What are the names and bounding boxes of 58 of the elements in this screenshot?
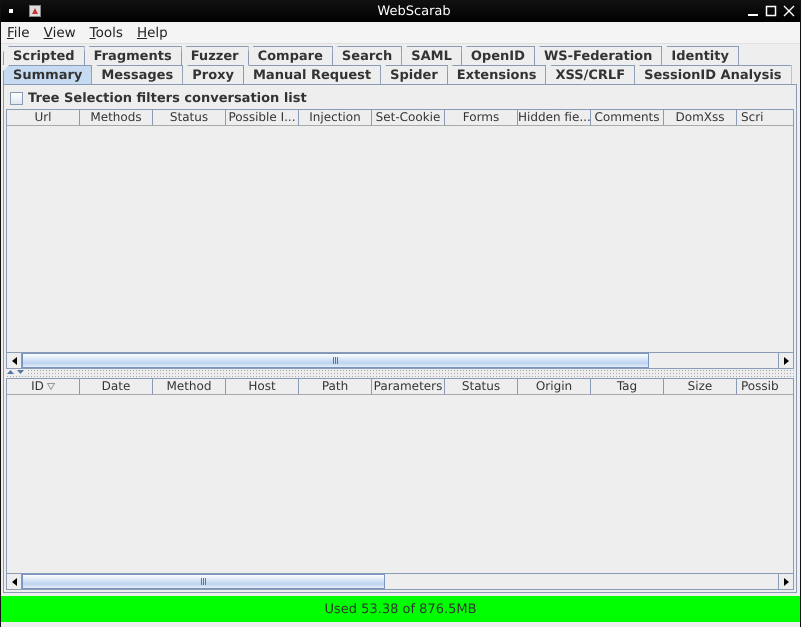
menu-item[interactable]: Tools <box>90 24 123 40</box>
column-header[interactable]: Methods <box>80 110 153 126</box>
menu-item[interactable]: View <box>44 24 76 40</box>
collapse-arrows-icon[interactable] <box>6 369 26 375</box>
right-arrow-icon <box>784 356 788 364</box>
column-header[interactable]: Set-Cookie <box>372 110 445 126</box>
column-header[interactable]: Path <box>299 379 372 395</box>
column-header[interactable]: Forms <box>445 110 518 126</box>
column-header[interactable]: Url <box>7 110 80 126</box>
right-arrow-icon <box>784 578 788 586</box>
tab[interactable]: Search <box>332 46 402 65</box>
scrollbar-thumb[interactable] <box>22 574 385 589</box>
column-header[interactable]: Date <box>80 379 153 395</box>
tab[interactable]: Identity <box>661 46 739 65</box>
menu-item[interactable]: File <box>7 24 30 40</box>
app-icon <box>29 5 41 17</box>
checkbox-label: Tree Selection filters conversation list <box>28 90 307 106</box>
column-header[interactable]: Status <box>445 379 518 395</box>
left-arrow-icon <box>12 578 16 586</box>
column-header[interactable]: Status <box>153 110 226 126</box>
window-title: WebScarab <box>376 4 452 18</box>
column-header[interactable]: Host <box>226 379 299 395</box>
maximize-icon[interactable] <box>765 5 777 17</box>
tab[interactable]: Scripted <box>3 46 85 65</box>
column-header[interactable]: Size <box>664 379 737 395</box>
column-header[interactable]: ID <box>7 379 80 395</box>
tab[interactable]: Manual Request <box>242 65 382 84</box>
close-icon[interactable] <box>783 5 795 17</box>
tab[interactable]: Compare <box>248 46 333 65</box>
tab[interactable]: XSS/CRLF <box>545 65 636 84</box>
tab[interactable]: Messages <box>91 65 184 84</box>
scrollbar-thumb[interactable] <box>22 353 650 368</box>
tab[interactable]: Fuzzer <box>180 46 249 65</box>
column-header[interactable]: Hidden fie... <box>518 110 591 126</box>
tab[interactable]: Summary <box>3 65 92 84</box>
memory-status-bar: Used 53.38 of 876.5MB <box>1 596 800 622</box>
checkbox[interactable] <box>10 92 23 104</box>
tab[interactable]: OpenID <box>460 46 535 65</box>
column-header[interactable]: Possible I... <box>226 110 299 126</box>
tab[interactable]: Extensions <box>446 65 546 84</box>
column-header[interactable]: Origin <box>518 379 591 395</box>
tab[interactable]: SessionID Analysis <box>634 65 792 84</box>
column-header[interactable]: Possib <box>737 379 793 395</box>
left-arrow-icon <box>12 356 16 364</box>
menu-item[interactable]: Help <box>136 24 168 40</box>
tab[interactable]: Spider <box>380 65 448 84</box>
tab[interactable]: SAML <box>401 46 462 65</box>
column-header[interactable]: Parameters <box>372 379 445 395</box>
column-header[interactable]: Scri <box>737 110 793 126</box>
column-header[interactable]: Injection <box>299 110 372 126</box>
tab[interactable]: Fragments <box>84 46 182 65</box>
tab[interactable]: Proxy <box>182 65 244 84</box>
sort-icon <box>46 383 55 390</box>
column-header[interactable]: DomXss <box>664 110 737 126</box>
tab[interactable]: WS-Federation <box>534 46 662 65</box>
column-header[interactable]: Comments <box>591 110 664 126</box>
column-header[interactable]: Method <box>153 379 226 395</box>
column-header[interactable]: Tag <box>591 379 664 395</box>
